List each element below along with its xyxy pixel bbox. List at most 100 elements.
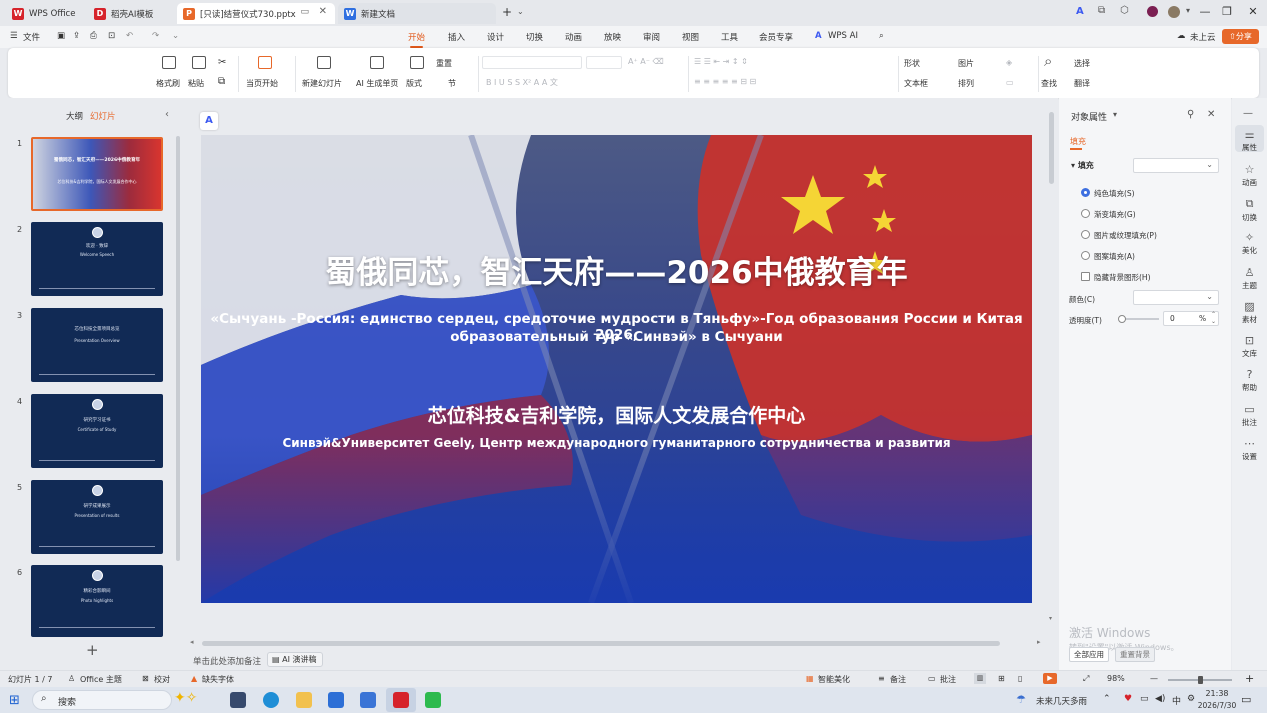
thumbnail-scrollbar[interactable] [176, 136, 180, 561]
slideshow-play-icon[interactable]: ▶ [1043, 673, 1057, 684]
menu-slideshow[interactable]: 放映 [604, 31, 621, 43]
cut-icon[interactable]: ✂ [218, 57, 226, 68]
redo-icon[interactable]: ↷ [152, 31, 159, 41]
zoom-out-icon[interactable]: — [1150, 674, 1158, 683]
paragraph-icons[interactable]: ☰ ☰ ⇤ ⇥ ↕ ⇕ [694, 57, 748, 66]
wps-ai-icon[interactable]: A [1076, 6, 1084, 17]
option-gradient-fill[interactable]: 渐变填充(G) [1094, 209, 1136, 220]
side-comments[interactable]: ▭ 批注 [1232, 403, 1267, 428]
side-library[interactable]: ⊡ 文库 [1232, 334, 1267, 359]
format-brush-button[interactable]: 格式刷 [156, 78, 180, 89]
menu-review[interactable]: 审阅 [643, 31, 660, 43]
notes-button[interactable]: 备注 [890, 674, 906, 685]
slide-thumb-4[interactable]: 研究学习证书 Certificate of Study [31, 394, 163, 468]
ai-assist-icon[interactable]: A [200, 112, 218, 130]
copilot-sparkle-icon[interactable]: ✦✧ [174, 690, 197, 706]
new-tab-icon[interactable]: + [502, 5, 512, 19]
menu-wps-ai[interactable]: WPS AI [828, 31, 858, 41]
weather-text[interactable]: 未来几天多雨 [1036, 695, 1087, 707]
current-slide[interactable]: 蜀俄同芯，智汇天府——2026中俄教育年 «Сычуань -Россия: е… [201, 135, 1032, 603]
edge-browser-icon[interactable] [263, 692, 279, 708]
close-window-icon[interactable]: ✕ [1245, 5, 1261, 18]
tab-new-doc[interactable]: W 新建文档 [338, 3, 496, 24]
pin-icon[interactable]: ⚲ [1187, 109, 1194, 120]
slide-thumb-1[interactable]: 蜀俄同芯，智汇天府——2026中俄教育年 芯位科技&吉利学院，国际人文发展合作中… [31, 137, 163, 211]
collapse-panel-icon[interactable]: ‹ [165, 109, 169, 120]
radio-solid-fill[interactable] [1081, 188, 1090, 197]
menu-view[interactable]: 视图 [682, 31, 699, 43]
font-grow-icon[interactable]: A⁺ A⁻ ⌫ [628, 57, 664, 66]
screen-icon[interactable]: ▭ [300, 7, 309, 17]
tab-docer-templates[interactable]: D 稻壳AI模板 [88, 3, 174, 24]
network-icon[interactable]: ▭ [1140, 694, 1149, 704]
slide-thumb-6[interactable]: 精彩合影瞬间 Photo highlights [31, 565, 163, 637]
slide-organizer-cn[interactable]: 芯位科技&吉利学院，国际人文发展合作中心 [201, 401, 1032, 428]
close-panel-icon[interactable]: ✕ [1207, 109, 1215, 120]
side-beautify[interactable]: ✧ 美化 [1232, 231, 1267, 256]
slide-organizer-ru[interactable]: Синвэй&Университет Geely, Центр междунар… [201, 436, 1032, 450]
tab-fill[interactable]: 填充 [1070, 136, 1086, 147]
reset-background-button[interactable]: 重置背景 [1115, 647, 1155, 662]
panel-title-dropdown-icon[interactable]: ▾ [1113, 110, 1117, 119]
fill-section-header[interactable]: ▾ 填充 [1071, 160, 1094, 171]
hamburger-icon[interactable]: ☰ [10, 31, 18, 41]
mail-icon[interactable] [360, 692, 376, 708]
fill-type-select[interactable]: ⌄ [1133, 158, 1219, 173]
taskbar-search-box[interactable]: ⌕ 搜索 [32, 690, 172, 710]
menu-transition[interactable]: 切换 [526, 31, 543, 43]
color-select[interactable]: ⌄ [1133, 290, 1219, 305]
volume-icon[interactable]: ◀) [1155, 694, 1165, 704]
shape-button[interactable]: 形状 [904, 58, 920, 69]
notes-placeholder[interactable]: 单击此处添加备注 [193, 655, 261, 667]
slide-title[interactable]: 蜀俄同芯，智汇天府——2026中俄教育年 [201, 247, 1032, 292]
option-picture-fill[interactable]: 图片或纹理填充(P) [1094, 230, 1157, 241]
scroll-right-icon[interactable]: ▸ [1037, 638, 1041, 646]
zoom-slider-handle[interactable] [1198, 676, 1203, 684]
tab-slides[interactable]: 幻灯片 [90, 110, 116, 122]
slide-thumb-5[interactable]: 研学成果展示 Presentation of results [31, 480, 163, 554]
section-button[interactable]: 节 [448, 78, 456, 89]
theme-name[interactable]: Office 主题 [80, 674, 122, 685]
missing-font-button[interactable]: 缺失字体 [202, 674, 234, 685]
side-transition[interactable]: ⧉ 切换 [1232, 197, 1267, 223]
zoom-in-icon[interactable]: + [1245, 672, 1254, 685]
file-explorer-icon[interactable] [296, 692, 312, 708]
add-slide-icon[interactable]: + [86, 641, 99, 659]
menu-animation[interactable]: 动画 [565, 31, 582, 43]
minimize-panel-icon[interactable]: — [1243, 108, 1253, 119]
apply-all-button[interactable]: 全部应用 [1069, 647, 1109, 662]
menu-design[interactable]: 设计 [487, 31, 504, 43]
wechat-icon[interactable] [425, 692, 441, 708]
stepper-icon[interactable]: ⌃ ⌄ [1211, 311, 1216, 325]
fill-color-icon[interactable]: ◈ [1006, 58, 1012, 67]
avatar-icon[interactable] [1147, 6, 1158, 17]
clock-time[interactable]: 21:38 [1197, 689, 1237, 698]
paste-button[interactable]: 粘贴 [188, 78, 204, 89]
menu-member[interactable]: 会员专享 [759, 31, 793, 43]
slide-thumb-3[interactable]: 芯位科技全景项目总览 Presentation Overview [31, 308, 163, 382]
zoom-level[interactable]: 98% [1107, 674, 1125, 683]
translate-button[interactable]: 翻译 [1074, 78, 1090, 89]
menu-home[interactable]: 开始 [408, 31, 425, 48]
layout-button[interactable]: 版式 [406, 78, 422, 89]
fit-window-icon[interactable]: ⤢ [1083, 674, 1089, 684]
transparency-input[interactable]: 0 % ⌃ ⌄ [1163, 311, 1219, 326]
clock-date[interactable]: 2026/7/30 [1191, 701, 1243, 710]
undo-icon[interactable]: ↶ [126, 31, 133, 41]
font-style-icons[interactable]: B I U S S X² A A 文 [486, 77, 558, 88]
side-theme[interactable]: ♙ 主题 [1232, 266, 1267, 291]
slide-subtitle-ru-2[interactable]: образовательный тур «Синвэй» в Сычуани [201, 329, 1032, 345]
ai-slide-button[interactable]: AI 生成单页 [356, 78, 398, 89]
proof-button[interactable]: 校对 [154, 674, 170, 685]
tray-app-icon[interactable]: ♥ [1124, 694, 1132, 704]
arrange-button[interactable]: 排列 [958, 78, 974, 89]
outline-icon[interactable]: ▭ [1006, 78, 1014, 87]
menu-insert[interactable]: 插入 [448, 31, 465, 43]
menu-tools[interactable]: 工具 [721, 31, 738, 43]
cube-icon[interactable]: ⬡ [1120, 5, 1129, 16]
comments-button[interactable]: 批注 [940, 674, 956, 685]
print-icon[interactable]: ⎙ [90, 31, 97, 41]
align-icons[interactable]: ≡ ≡ ≡ ≡ ≡ ⊟ ⊟ [694, 77, 756, 86]
close-tab-icon[interactable]: ✕ [319, 6, 327, 17]
more-icon[interactable]: ⌄ [172, 31, 179, 41]
